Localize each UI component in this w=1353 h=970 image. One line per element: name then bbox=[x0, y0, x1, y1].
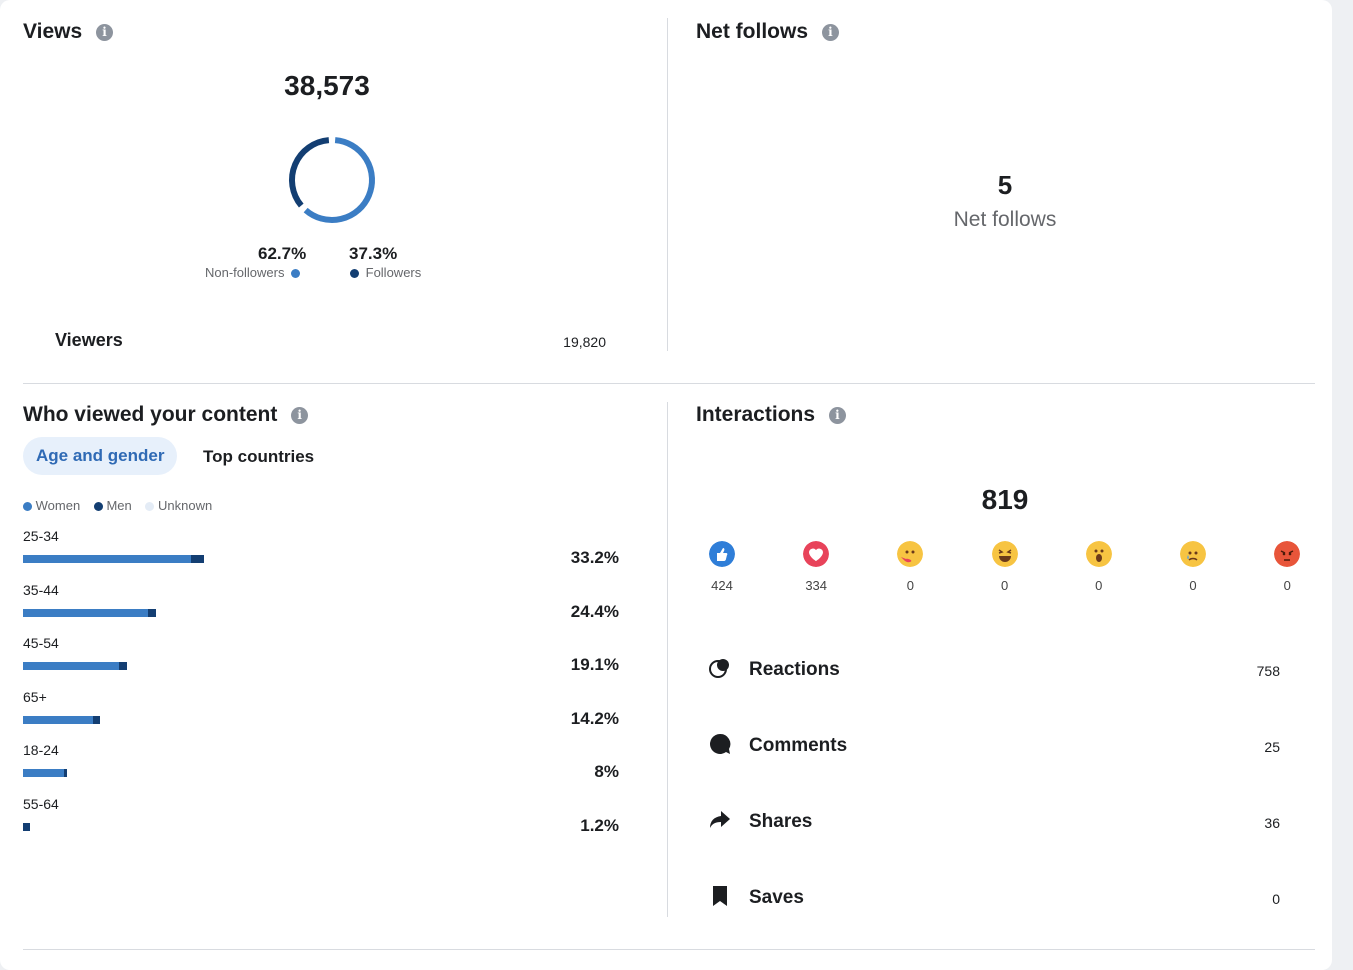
donut-segment-non-followers bbox=[303, 137, 375, 223]
comments-icon bbox=[710, 733, 731, 754]
reaction-count: 334 bbox=[805, 578, 828, 593]
unknown-dot bbox=[145, 502, 155, 512]
interactions-info-icon[interactable]: i bbox=[828, 407, 846, 424]
age-bar bbox=[23, 822, 30, 831]
reactions-label: Reactions bbox=[749, 659, 840, 680]
non-followers-legend: Non-followers bbox=[205, 265, 301, 280]
men-bar-segment bbox=[118, 662, 128, 670]
views-total: 38,573 bbox=[284, 70, 370, 101]
age-label: 65+ bbox=[23, 688, 47, 705]
saves-label: Saves bbox=[749, 887, 804, 908]
women-bar-segment bbox=[23, 662, 119, 670]
sad-icon bbox=[1180, 541, 1206, 567]
shares-icon bbox=[710, 811, 730, 828]
views-info-icon[interactable]: i bbox=[96, 24, 113, 41]
age-label: 25-34 bbox=[23, 528, 59, 544]
reaction-count: 424 bbox=[711, 578, 733, 593]
women-bar-segment bbox=[23, 715, 93, 724]
donut-segment-followers bbox=[289, 137, 330, 208]
like-icon bbox=[709, 541, 735, 567]
women-bar-segment bbox=[23, 608, 149, 617]
insights-card: Views i 38,573 62.7% Non-followers 37.3%… bbox=[0, 0, 1332, 970]
who-viewed-title: Who viewed your content i bbox=[23, 403, 309, 427]
age-label: 18-24 bbox=[23, 742, 59, 758]
reactions-icon bbox=[709, 659, 729, 678]
men-bar-segment bbox=[23, 822, 30, 831]
net-follows-label: Net follows bbox=[953, 208, 1057, 231]
net-follows-title-text: Net follows bbox=[696, 20, 809, 43]
tab-age-and-gender[interactable]: Age and gender bbox=[23, 437, 178, 475]
age-percentage: 14.2% bbox=[570, 708, 619, 728]
non-followers-dot bbox=[291, 269, 301, 279]
women-dot bbox=[23, 502, 32, 512]
unknown-label: Unknown bbox=[157, 498, 213, 513]
age-label: 35-44 bbox=[23, 581, 59, 598]
followers-dot bbox=[350, 269, 359, 279]
age-percentage: 24.4% bbox=[570, 601, 619, 621]
shares-label: Shares bbox=[749, 811, 813, 832]
views-title-text: Views bbox=[23, 20, 83, 43]
tab-top-countries[interactable]: Top countries bbox=[203, 447, 314, 467]
age-percentage: 33.2% bbox=[570, 548, 619, 567]
gender-legend: Women Men Unknown bbox=[23, 498, 212, 513]
age-bar bbox=[23, 555, 204, 563]
women-bar-segment bbox=[23, 769, 64, 777]
section-divider bbox=[23, 383, 1315, 384]
women-label: Women bbox=[35, 498, 81, 513]
shares-value: 36 bbox=[1264, 815, 1280, 831]
age-bar bbox=[23, 608, 156, 617]
women-bar-segment bbox=[23, 555, 192, 563]
age-bar bbox=[23, 769, 67, 777]
men-label: Men bbox=[106, 498, 132, 513]
net-follows-title: Net follows i bbox=[696, 20, 839, 44]
men-bar-segment bbox=[92, 715, 101, 724]
interactions-total: 819 bbox=[981, 484, 1029, 515]
viewers-value: 19,820 bbox=[563, 334, 606, 350]
net-follows-value: 5 bbox=[997, 170, 1013, 200]
love-icon bbox=[803, 541, 830, 567]
interactions-title: Interactions i bbox=[696, 403, 846, 427]
reactions-value: 758 bbox=[1256, 663, 1280, 679]
men-bar-segment bbox=[63, 769, 67, 777]
bottom-divider bbox=[23, 949, 1315, 950]
care-icon bbox=[897, 541, 924, 567]
reaction-count: 0 bbox=[1283, 578, 1291, 593]
age-percentage: 8% bbox=[594, 762, 619, 781]
men-bar-segment bbox=[148, 608, 156, 617]
comments-value: 25 bbox=[1264, 739, 1280, 755]
followers-label: Followers bbox=[365, 265, 422, 280]
reaction-count: 0 bbox=[906, 578, 914, 593]
age-bar bbox=[23, 715, 101, 724]
age-percentage: 1.2% bbox=[580, 815, 619, 835]
reaction-count: 0 bbox=[1189, 578, 1197, 593]
views-donut-chart bbox=[289, 137, 375, 223]
interactions-title-text: Interactions bbox=[696, 403, 816, 426]
followers-pct: 37.3% bbox=[349, 244, 398, 263]
non-followers-pct: 62.7% bbox=[258, 244, 307, 263]
wow-icon bbox=[1085, 541, 1112, 567]
followers-legend: Followers bbox=[350, 265, 421, 280]
men-dot bbox=[93, 502, 103, 512]
who-viewed-info-icon[interactable]: i bbox=[291, 407, 309, 424]
haha-icon bbox=[991, 541, 1018, 567]
age-bar bbox=[23, 662, 128, 670]
angry-icon bbox=[1274, 541, 1301, 567]
reaction-count: 0 bbox=[1000, 578, 1009, 593]
views-title: Views i bbox=[23, 20, 113, 44]
comments-label: Comments bbox=[749, 735, 848, 756]
divider-bottom bbox=[667, 402, 668, 917]
views-donut-ring bbox=[289, 137, 375, 223]
reaction-count: 0 bbox=[1095, 578, 1103, 593]
saves-icon bbox=[713, 886, 727, 906]
saves-value: 0 bbox=[1272, 891, 1280, 907]
age-percentage: 19.1% bbox=[570, 655, 619, 674]
net-follows-info-icon[interactable]: i bbox=[821, 24, 839, 41]
non-followers-label: Non-followers bbox=[205, 265, 285, 280]
age-label: 45-54 bbox=[23, 635, 59, 651]
men-bar-segment bbox=[191, 555, 204, 563]
who-viewed-title-text: Who viewed your content bbox=[23, 403, 278, 426]
divider-top bbox=[667, 18, 668, 351]
age-label: 55-64 bbox=[23, 795, 59, 812]
viewers-label: Viewers bbox=[55, 330, 123, 350]
